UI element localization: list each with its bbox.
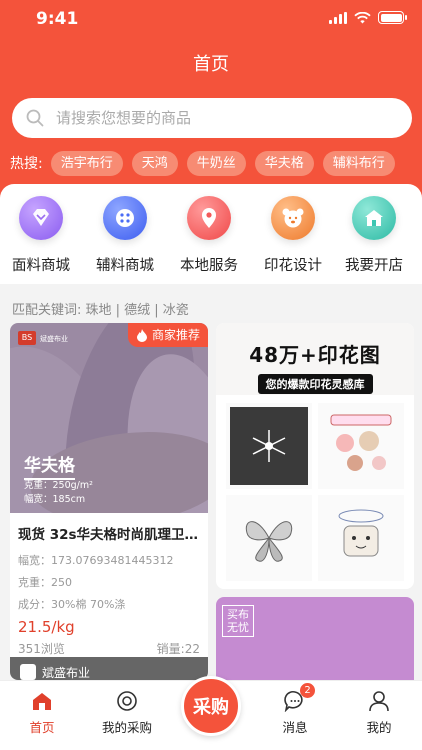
search-input[interactable]: [56, 109, 356, 127]
tab-messages[interactable]: 2 消息: [253, 683, 337, 736]
image-product-name: 华夫格: [24, 451, 75, 480]
image-brand-text: 斌盛布业: [40, 335, 68, 343]
hot-search-tag[interactable]: 天鸿: [131, 150, 178, 176]
product-views: 351浏览: [18, 642, 65, 656]
hot-search-tag[interactable]: 浩宇布行: [50, 150, 123, 176]
header: 9:41 首页 热搜: 浩宇布行 天鸿 牛奶丝 华夫格 辅料布行: [0, 0, 422, 205]
location-pin-icon: [187, 196, 231, 240]
home-icon: [30, 689, 54, 713]
product-weight: 克重：250: [18, 576, 72, 589]
product-width: 幅宽：173.07693481445312: [18, 554, 174, 567]
search-bar[interactable]: [12, 98, 412, 138]
product-sales: 销量:22: [156, 642, 200, 656]
tab-label: 首页: [29, 720, 55, 735]
store-icon: [352, 196, 396, 240]
category-label: 印花设计: [264, 258, 322, 274]
signal-icon: [329, 11, 347, 24]
category-label: 面料商城: [12, 258, 70, 274]
status-bar: 9:41: [0, 0, 422, 40]
search-icon: [26, 109, 44, 127]
status-time: 9:41: [36, 9, 79, 29]
tab-label: 消息: [282, 720, 308, 735]
tab-mine[interactable]: 我的: [337, 689, 421, 736]
buy-fabric-promo[interactable]: 买布无忧: [216, 597, 414, 687]
product-title: 现货 32s华夫格时尚肌理卫衣...: [18, 527, 208, 543]
fabric-diamond-icon: [19, 196, 63, 240]
shop-logo-icon: [20, 664, 36, 680]
hot-search-tag[interactable]: 辅料布行: [322, 150, 395, 176]
image-spec-weight: 克重：250g/m²: [24, 480, 93, 491]
merchant-recommend-badge: 商家推荐: [127, 323, 208, 347]
merchant-recommend-text: 商家推荐: [151, 328, 200, 342]
battery-icon: [378, 11, 407, 24]
purchase-center-button[interactable]: 采购: [181, 676, 241, 736]
category-accessory-mall[interactable]: 辅料商城: [85, 196, 165, 275]
page-title: 首页: [193, 54, 229, 75]
hot-search: 热搜: 浩宇布行 天鸿 牛奶丝 华夫格 辅料布行: [10, 150, 404, 176]
category-open-store[interactable]: 我要开店: [334, 196, 414, 275]
tab-label: 我的: [366, 720, 392, 735]
category-panel: 面料商城 辅料商城 本地服务 印花设计 我要开店: [0, 184, 422, 284]
category-label: 辅料商城: [96, 258, 154, 274]
snowflake-print-image: [226, 403, 312, 489]
button-icon: [103, 196, 147, 240]
message-count-badge: 2: [300, 683, 315, 698]
product-price: 21.5/kg: [18, 618, 75, 636]
tab-label: 我的采购: [101, 720, 152, 735]
product-image: BS 斌盛布业 华夫格 克重：250g/m² 幅宽：185cm 商家推荐: [10, 323, 208, 513]
message-icon: 2: [283, 683, 315, 713]
tab-home[interactable]: 首页: [0, 689, 84, 736]
butterfly-print-image: [226, 495, 312, 581]
product-composition: 成分：30%棉 70%涤: [18, 598, 126, 611]
cat-print-image: [318, 495, 404, 581]
strawberry-print-image: [318, 403, 404, 489]
product-card[interactable]: BS 斌盛布业 华夫格 克重：250g/m² 幅宽：185cm 商家推荐 现货 …: [10, 323, 208, 680]
hot-search-tag[interactable]: 华夫格: [254, 150, 314, 176]
shop-name: 斌盛布业: [42, 665, 91, 680]
image-spec-width: 幅宽：185cm: [24, 494, 86, 505]
promo-headline: 48万+印花图: [249, 343, 381, 367]
buy-fabric-tag: 买布无忧: [222, 605, 254, 637]
bear-icon: [271, 196, 315, 240]
category-label: 本地服务: [180, 258, 238, 274]
promo-subline: 您的爆款印花灵感库: [257, 374, 373, 394]
print-library-promo[interactable]: 48万+印花图 您的爆款印花灵感库: [216, 323, 414, 589]
category-fabric-mall[interactable]: 面料商城: [1, 196, 81, 275]
category-label: 我要开店: [345, 258, 403, 274]
matched-keywords: 匹配关键词: 珠地 | 德绒 | 冰瓷: [12, 303, 189, 318]
user-icon: [367, 689, 391, 713]
brand-logo: BS: [18, 331, 36, 345]
shop-bar[interactable]: 斌盛布业: [10, 657, 208, 680]
category-local-service[interactable]: 本地服务: [169, 196, 249, 275]
hot-search-label: 热搜:: [10, 156, 43, 172]
category-print-design[interactable]: 印花设计: [253, 196, 333, 275]
flame-icon: [136, 328, 147, 342]
hot-search-tag[interactable]: 牛奶丝: [186, 150, 246, 176]
wifi-icon: [354, 11, 371, 23]
tab-purchases[interactable]: 我的采购: [85, 689, 169, 736]
purchase-icon: [115, 689, 139, 713]
